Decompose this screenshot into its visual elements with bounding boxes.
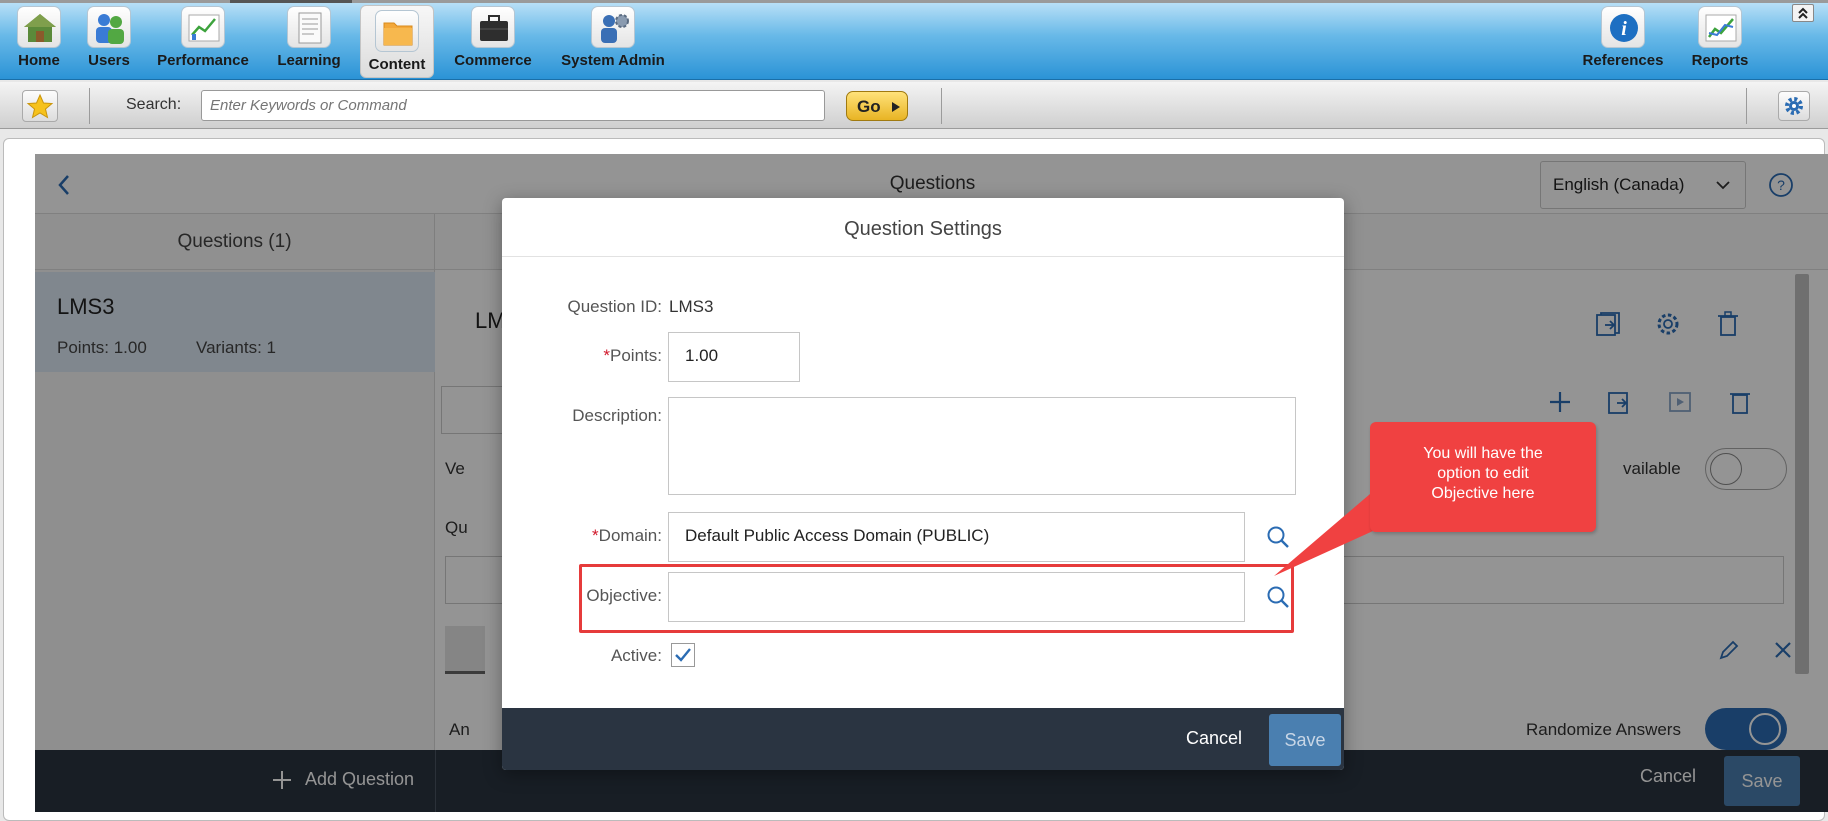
go-button-label: Go <box>857 97 881 116</box>
domain-input[interactable]: Default Public Access Domain (PUBLIC) <box>668 512 1245 562</box>
performance-chart-icon <box>181 6 225 48</box>
annotation-callout: You will have the option to edit Objecti… <box>1370 422 1596 532</box>
active-checkbox[interactable] <box>671 643 695 667</box>
content-folder-icon <box>375 10 419 52</box>
question-id-label-text: Question ID <box>567 297 658 316</box>
nav-system-admin[interactable]: System Admin <box>560 6 666 78</box>
nav-reports-label: Reports <box>1691 52 1749 69</box>
nav-commerce-label: Commerce <box>454 52 532 69</box>
home-icon <box>17 6 61 48</box>
points-label: *Points: <box>603 346 662 365</box>
double-chevron-up-icon <box>1798 7 1808 19</box>
dialog-title: Question Settings <box>502 198 1344 257</box>
points-input[interactable]: 1.00 <box>668 332 800 382</box>
description-label-text: Description <box>572 406 658 425</box>
users-icon <box>87 6 131 48</box>
star-icon <box>26 93 54 119</box>
nav-learning[interactable]: Learning <box>276 6 342 78</box>
domain-label: *Domain: <box>592 526 662 545</box>
callout-line-1: You will have the <box>1423 445 1543 462</box>
reports-chart-icon <box>1698 6 1742 48</box>
briefcase-icon <box>471 6 515 48</box>
question-id-label: Question ID: <box>567 297 663 316</box>
nav-users[interactable]: Users <box>82 6 136 78</box>
settings-button[interactable] <box>1778 91 1810 121</box>
tab-indicator <box>230 0 352 3</box>
nav-home-label: Home <box>18 52 60 69</box>
search-input[interactable] <box>201 90 825 121</box>
checkmark-icon <box>675 648 691 662</box>
dialog-cancel-button[interactable]: Cancel <box>1186 728 1242 749</box>
active-label: Active: <box>610 646 662 665</box>
nav-system-admin-label: System Admin <box>561 52 665 69</box>
nav-performance-label: Performance <box>157 52 249 69</box>
points-label-text: Points <box>610 346 658 365</box>
search-label: Search: <box>126 96 182 113</box>
nav-commerce[interactable]: Commerce <box>452 6 534 78</box>
nav-users-label: Users <box>88 52 130 69</box>
objective-highlight-box <box>579 564 1294 633</box>
question-settings-dialog: Question Settings Question ID: LMS3 *Poi… <box>502 198 1344 770</box>
nav-references-label: References <box>1582 52 1664 69</box>
nav-home[interactable]: Home <box>12 6 66 78</box>
dialog-save-button[interactable]: Save <box>1269 714 1341 766</box>
dialog-footer: Cancel Save <box>502 708 1344 770</box>
gear-icon <box>1785 97 1803 115</box>
nav-content-label: Content <box>368 56 426 73</box>
description-textarea[interactable] <box>668 397 1296 495</box>
svg-text:i: i <box>1621 18 1627 40</box>
collapse-nav-button[interactable] <box>1792 4 1814 22</box>
nav-references[interactable]: i References <box>1580 6 1666 78</box>
favorites-button[interactable] <box>22 90 58 122</box>
question-id-value: LMS3 <box>669 297 714 316</box>
top-navigation-bar: Home Users Performance Learning Content … <box>0 0 1828 80</box>
play-triangle-icon <box>892 102 900 112</box>
learning-document-icon <box>287 6 331 48</box>
toolbar-divider <box>1746 88 1747 124</box>
callout-line-2: option to edit <box>1437 465 1529 482</box>
go-button[interactable]: Go <box>846 91 908 121</box>
required-marker: * <box>592 526 599 545</box>
nav-learning-label: Learning <box>277 52 341 69</box>
nav-reports[interactable]: Reports <box>1690 6 1750 78</box>
info-icon: i <box>1601 6 1645 48</box>
scrollbar[interactable] <box>1795 274 1809 674</box>
search-toolbar: Search: Go <box>0 82 1828 129</box>
domain-label-text: Domain <box>598 526 658 545</box>
nav-performance[interactable]: Performance <box>156 6 250 78</box>
toolbar-divider <box>89 88 90 124</box>
description-label: Description: <box>572 406 662 425</box>
toolbar-divider <box>941 88 942 124</box>
nav-content[interactable]: Content <box>360 5 434 78</box>
system-admin-icon <box>591 6 635 48</box>
callout-line-3: Objective here <box>1431 485 1535 502</box>
active-label-text: Active <box>610 646 658 665</box>
